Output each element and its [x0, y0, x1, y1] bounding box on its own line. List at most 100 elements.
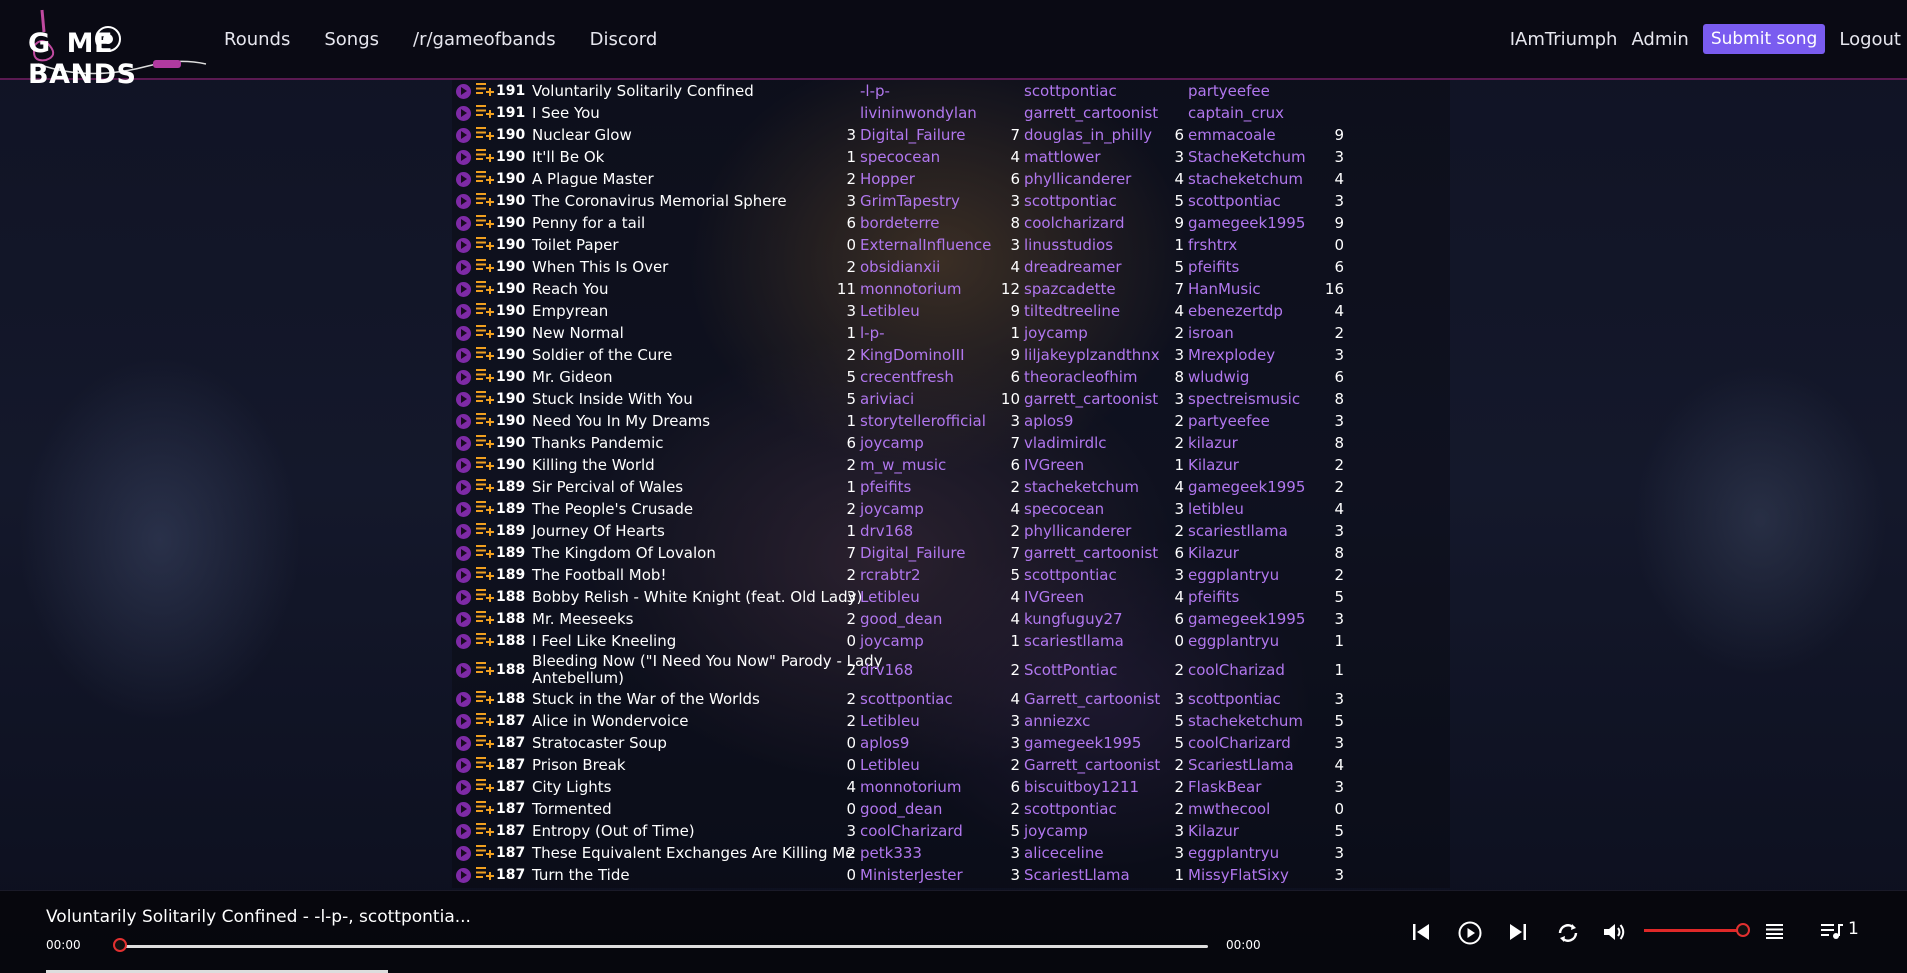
vocals-artist-link[interactable]: Kilazur	[1188, 820, 1239, 842]
nav-rounds[interactable]: Rounds	[224, 29, 290, 50]
vocals-artist-link[interactable]: ebenezertdp	[1188, 300, 1283, 322]
play-song-icon[interactable]	[456, 281, 471, 297]
music-artist-link[interactable]: Digital_Failure	[860, 124, 966, 146]
music-artist-link[interactable]: Letibleu	[860, 710, 920, 732]
submit-song-button[interactable]: Submit song	[1702, 24, 1826, 54]
lyrics-artist-link[interactable]: ScottPontiac	[1024, 652, 1117, 688]
seek-bar[interactable]	[120, 945, 1208, 948]
vocals-artist-link[interactable]: scottpontiac	[1188, 190, 1281, 212]
volume-handle[interactable]	[1736, 923, 1750, 937]
round-number[interactable]: 189	[496, 564, 525, 586]
vocals-artist-link[interactable]: stacheketchum	[1188, 710, 1303, 732]
vocals-artist-link[interactable]: captain_crux	[1188, 102, 1284, 124]
lyrics-artist-link[interactable]: aliceceline	[1024, 842, 1104, 864]
lyrics-artist-link[interactable]: aplos9	[1024, 410, 1073, 432]
music-artist-link[interactable]: Letibleu	[860, 300, 920, 322]
music-artist-link[interactable]: GrimTapestry	[860, 190, 960, 212]
vocals-artist-link[interactable]: eggplantryu	[1188, 564, 1279, 586]
vocals-artist-link[interactable]: pfeifits	[1188, 586, 1239, 608]
lyrics-artist-link[interactable]: theoracleofhim	[1024, 366, 1138, 388]
lyrics-artist-link[interactable]: Garrett_cartoonist	[1024, 688, 1160, 710]
song-title[interactable]: Prison Break	[532, 754, 887, 776]
add-to-queue-icon[interactable]	[476, 192, 494, 210]
song-title[interactable]: The Football Mob!	[532, 564, 887, 586]
vocals-artist-link[interactable]: stacheketchum	[1188, 168, 1303, 190]
music-artist-link[interactable]: -l-p-	[860, 80, 890, 102]
round-number[interactable]: 189	[496, 520, 525, 542]
song-title[interactable]: Sir Percival of Wales	[532, 476, 887, 498]
song-title[interactable]: Nuclear Glow	[532, 124, 887, 146]
song-title[interactable]: The Coronavirus Memorial Sphere	[532, 190, 887, 212]
add-to-queue-icon[interactable]	[476, 258, 494, 276]
lyrics-artist-link[interactable]: kungfuguy27	[1024, 608, 1123, 630]
music-artist-link[interactable]: scottpontiac	[860, 688, 953, 710]
add-to-queue-icon[interactable]	[476, 588, 494, 606]
music-artist-link[interactable]: MinisterJester	[860, 864, 963, 886]
lyrics-artist-link[interactable]: specocean	[1024, 498, 1104, 520]
add-to-queue-icon[interactable]	[476, 412, 494, 430]
play-song-icon[interactable]	[456, 369, 471, 385]
vocals-artist-link[interactable]: ScariestLlama	[1188, 754, 1294, 776]
lyrics-artist-link[interactable]: anniezxc	[1024, 710, 1090, 732]
lyrics-artist-link[interactable]: garrett_cartoonist	[1024, 542, 1158, 564]
vocals-artist-link[interactable]: partyeefee	[1188, 410, 1270, 432]
song-title[interactable]: The People's Crusade	[532, 498, 887, 520]
vocals-artist-link[interactable]: kilazur	[1188, 432, 1238, 454]
lyrics-artist-link[interactable]: IVGreen	[1024, 454, 1084, 476]
add-to-queue-icon[interactable]	[476, 236, 494, 254]
round-number[interactable]: 188	[496, 688, 525, 710]
lyrics-artist-link[interactable]: coolcharizard	[1024, 212, 1125, 234]
round-number[interactable]: 187	[496, 798, 525, 820]
vocals-artist-link[interactable]: coolCharizard	[1188, 732, 1291, 754]
play-song-icon[interactable]	[456, 325, 471, 341]
lyrics-artist-link[interactable]: ScariestLlama	[1024, 864, 1130, 886]
play-song-icon[interactable]	[456, 237, 471, 253]
volume-slider[interactable]	[1644, 929, 1744, 932]
music-artist-link[interactable]: monnotorium	[860, 278, 962, 300]
music-artist-link[interactable]: Digital_Failure	[860, 542, 966, 564]
song-title[interactable]: When This Is Over	[532, 256, 887, 278]
add-to-queue-icon[interactable]	[476, 456, 494, 474]
play-song-icon[interactable]	[456, 545, 471, 561]
lyrics-artist-link[interactable]: mattlower	[1024, 146, 1101, 168]
add-to-queue-icon[interactable]	[476, 522, 494, 540]
add-to-queue-icon[interactable]	[476, 148, 494, 166]
play-song-icon[interactable]	[456, 757, 471, 773]
song-title[interactable]: Turn the Tide	[532, 864, 887, 886]
play-song-icon[interactable]	[456, 867, 471, 883]
add-to-queue-icon[interactable]	[476, 170, 494, 188]
song-title[interactable]: Mr. Meeseeks	[532, 608, 887, 630]
vocals-artist-link[interactable]: partyeefee	[1188, 80, 1270, 102]
lyrics-artist-link[interactable]: liljakeyplzandthnx	[1024, 344, 1160, 366]
song-title[interactable]: Alice in Wondervoice	[532, 710, 887, 732]
music-artist-link[interactable]: good_dean	[860, 798, 942, 820]
round-number[interactable]: 188	[496, 630, 525, 652]
play-song-icon[interactable]	[456, 567, 471, 583]
song-title[interactable]: These Equivalent Exchanges Are Killing M…	[532, 842, 887, 864]
music-artist-link[interactable]: bordeterre	[860, 212, 939, 234]
play-song-icon[interactable]	[456, 845, 471, 861]
play-song-icon[interactable]	[456, 479, 471, 495]
add-to-queue-icon[interactable]	[476, 800, 494, 818]
round-number[interactable]: 190	[496, 234, 525, 256]
round-number[interactable]: 188	[496, 586, 525, 608]
vocals-artist-link[interactable]: mwthecool	[1188, 798, 1270, 820]
music-artist-link[interactable]: drv168	[860, 520, 913, 542]
lyrics-artist-link[interactable]: scottpontiac	[1024, 190, 1117, 212]
vocals-artist-link[interactable]: gamegeek1995	[1188, 608, 1305, 630]
music-artist-link[interactable]: KingDominoIII	[860, 344, 965, 366]
lyrics-artist-link[interactable]: phyllicanderer	[1024, 520, 1131, 542]
song-title[interactable]: Stuck in the War of the Worlds	[532, 688, 887, 710]
lyrics-artist-link[interactable]: stacheketchum	[1024, 476, 1139, 498]
round-number[interactable]: 189	[496, 498, 525, 520]
vocals-artist-link[interactable]: Mrexplodey	[1188, 344, 1275, 366]
music-artist-link[interactable]: coolCharizard	[860, 820, 963, 842]
add-to-queue-icon[interactable]	[476, 544, 494, 562]
round-number[interactable]: 190	[496, 146, 525, 168]
music-artist-link[interactable]: joycamp	[860, 630, 924, 652]
round-number[interactable]: 190	[496, 212, 525, 234]
nav-songs[interactable]: Songs	[324, 29, 379, 50]
play-song-icon[interactable]	[456, 193, 471, 209]
song-title[interactable]: New Normal	[532, 322, 887, 344]
play-song-icon[interactable]	[456, 691, 471, 707]
